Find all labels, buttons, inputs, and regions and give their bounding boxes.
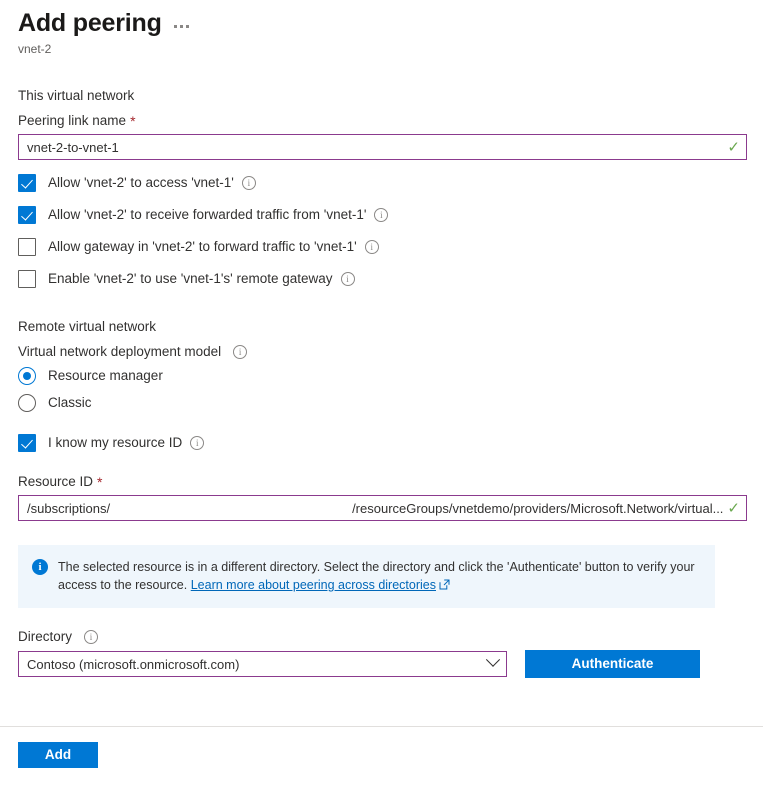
- add-button[interactable]: Add: [18, 742, 98, 768]
- deployment-model-label: Virtual network deployment model i: [18, 343, 745, 361]
- radio-resource-manager[interactable]: Resource manager: [18, 367, 745, 385]
- chevron-down-icon[interactable]: [485, 652, 501, 667]
- validation-check-icon: ✓: [727, 138, 740, 156]
- resource-id-input[interactable]: /subscriptions/ /resourceGroups/vnetdemo…: [18, 495, 747, 521]
- info-icon-allow-forwarded-traffic[interactable]: i: [374, 208, 389, 222]
- checkbox-know-resource-id-box[interactable]: [18, 434, 36, 452]
- resource-id-validation-check-icon: ✓: [727, 499, 740, 517]
- add-peering-blade: Add peering vnet-2 This virtual network …: [0, 0, 763, 787]
- peering-link-name-value: vnet-2-to-vnet-1: [27, 139, 119, 155]
- checkbox-allow-access[interactable]: Allow 'vnet-2' to access 'vnet-1' i: [18, 174, 745, 192]
- resource-id-required-asterisk: *: [97, 474, 103, 490]
- banner-text-block: The selected resource is in a different …: [58, 558, 698, 595]
- directory-row: Contoso (microsoft.onmicrosoft.com) Auth…: [18, 650, 745, 678]
- info-icon: i: [32, 559, 48, 575]
- page-title: Add peering: [18, 9, 162, 37]
- ellipsis-dot-2: [179, 25, 183, 28]
- checkbox-know-resource-id[interactable]: I know my resource ID i: [18, 434, 745, 452]
- radio-classic-label: Classic: [48, 395, 92, 410]
- directory-selected-value: Contoso (microsoft.onmicrosoft.com): [27, 656, 240, 672]
- blade-body: This virtual network Peering link name *…: [0, 87, 763, 678]
- checkbox-allow-access-box[interactable]: [18, 174, 36, 192]
- peering-link-name-label-text: Peering link name: [18, 113, 127, 128]
- resource-id-label-text: Resource ID: [18, 474, 94, 489]
- info-icon-allow-gateway-forward[interactable]: i: [364, 240, 379, 254]
- ellipsis-dot-3: [185, 25, 189, 28]
- learn-more-link[interactable]: Learn more about peering across director…: [191, 578, 436, 592]
- radio-classic[interactable]: Classic: [18, 394, 745, 412]
- ellipsis-dot-1: [173, 25, 177, 28]
- checkbox-enable-remote-gateway-box[interactable]: [18, 270, 36, 288]
- resource-id-value-prefix: /subscriptions/: [27, 500, 111, 516]
- directory-label-text: Directory: [18, 629, 73, 644]
- checkbox-allow-forwarded-traffic-label: Allow 'vnet-2' to receive forwarded traf…: [48, 207, 367, 222]
- info-icon-allow-access[interactable]: i: [241, 176, 256, 190]
- title-row: Add peering: [18, 8, 763, 38]
- radio-resource-manager-dot[interactable]: [18, 367, 36, 385]
- authenticate-button[interactable]: Authenticate: [525, 650, 700, 678]
- checkbox-allow-gateway-forward-box[interactable]: [18, 238, 36, 256]
- info-icon-deployment-model[interactable]: i: [233, 345, 248, 359]
- directory-dropdown[interactable]: Contoso (microsoft.onmicrosoft.com): [18, 651, 507, 677]
- required-asterisk: *: [130, 113, 136, 129]
- section-this-virtual-network: This virtual network: [18, 88, 135, 103]
- checkbox-allow-gateway-forward-label: Allow gateway in 'vnet-2' to forward tra…: [48, 239, 357, 254]
- checkbox-allow-gateway-forward[interactable]: Allow gateway in 'vnet-2' to forward tra…: [18, 238, 745, 256]
- directory-label: Directory i: [18, 628, 745, 646]
- checkbox-know-resource-id-label: I know my resource ID: [48, 435, 183, 450]
- radio-classic-dot[interactable]: [18, 394, 36, 412]
- resource-id-label: Resource ID *: [18, 473, 745, 491]
- peering-link-name-input[interactable]: vnet-2-to-vnet-1 ✓: [18, 134, 747, 160]
- section-remote-virtual-network: Remote virtual network: [18, 319, 157, 334]
- checkbox-enable-remote-gateway[interactable]: Enable 'vnet-2' to use 'vnet-1's' remote…: [18, 270, 745, 288]
- blade-header: Add peering vnet-2: [0, 0, 763, 57]
- footer-divider: [0, 726, 763, 727]
- more-options-icon[interactable]: [173, 11, 189, 35]
- radio-resource-manager-label: Resource manager: [48, 368, 163, 383]
- checkbox-allow-access-label: Allow 'vnet-2' to access 'vnet-1': [48, 175, 234, 190]
- info-icon-know-resource-id[interactable]: i: [190, 436, 205, 450]
- info-icon-directory[interactable]: i: [84, 630, 99, 644]
- checkbox-allow-forwarded-traffic-box[interactable]: [18, 206, 36, 224]
- directory-info-banner: i The selected resource is in a differen…: [18, 545, 715, 608]
- info-icon-enable-remote-gateway[interactable]: i: [340, 272, 355, 286]
- checkbox-enable-remote-gateway-label: Enable 'vnet-2' to use 'vnet-1's' remote…: [48, 271, 333, 286]
- peering-link-name-label: Peering link name *: [18, 112, 745, 130]
- page-subtitle: vnet-2: [18, 42, 52, 56]
- deployment-model-label-text: Virtual network deployment model: [18, 344, 222, 359]
- external-link-icon[interactable]: [439, 577, 450, 595]
- resource-id-value-suffix: /resourceGroups/vnetdemo/providers/Micro…: [352, 500, 724, 516]
- checkbox-allow-forwarded-traffic[interactable]: Allow 'vnet-2' to receive forwarded traf…: [18, 206, 745, 224]
